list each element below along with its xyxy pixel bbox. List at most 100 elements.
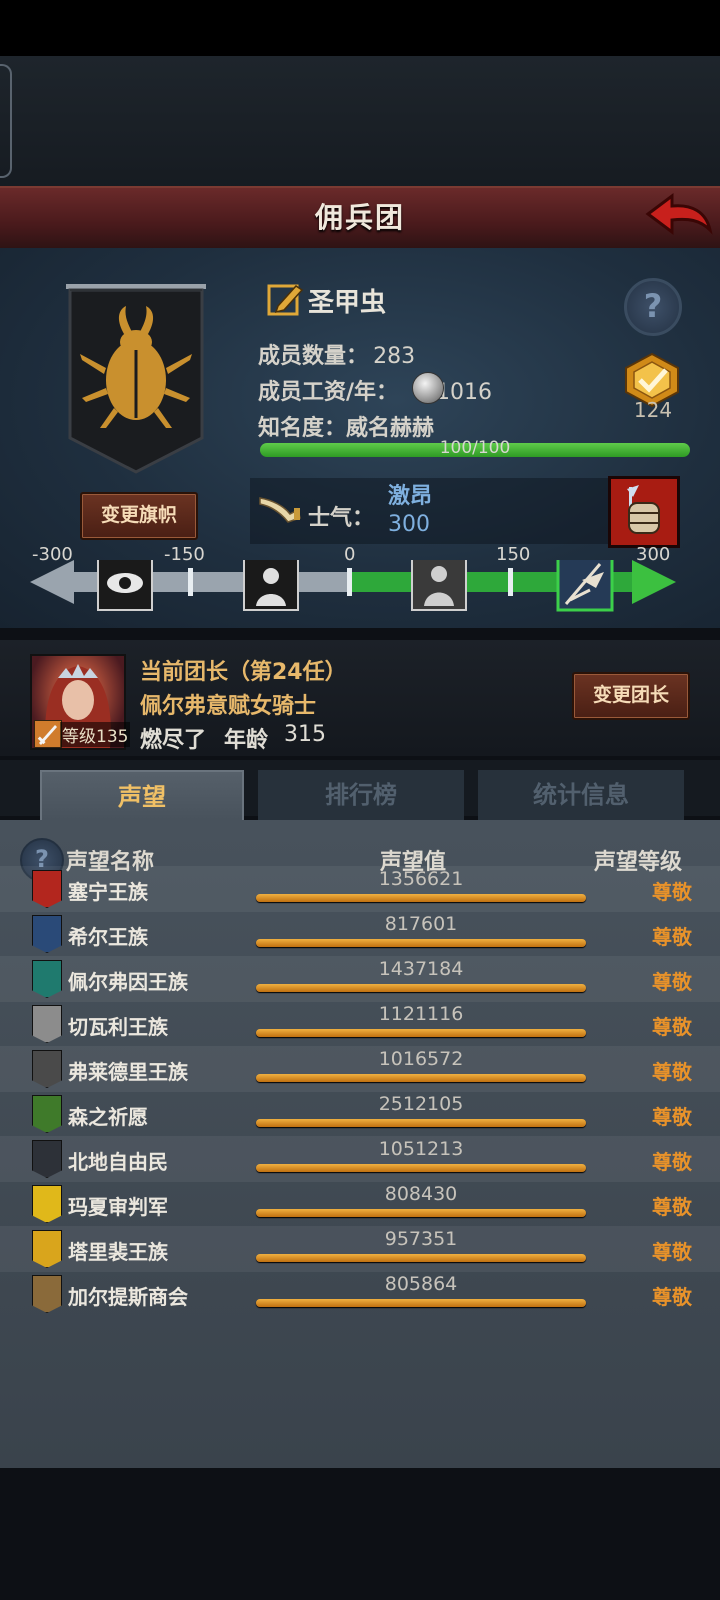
reputation-level: 尊敬 bbox=[652, 880, 692, 904]
page-title: 佣兵团 bbox=[314, 201, 405, 234]
leader-state: 燃尽了 bbox=[140, 728, 207, 753]
reputation-value: 805864 bbox=[384, 1273, 458, 1295]
leader-name: 佩尔弗意赋女骑士 bbox=[140, 694, 317, 719]
faction-emblem-icon bbox=[32, 1140, 62, 1178]
table-row[interactable]: 塔里裴王族 957351 尊敬 bbox=[0, 1226, 720, 1272]
table-row[interactable]: 弗莱德里王族 1016572 尊敬 bbox=[0, 1046, 720, 1092]
faction-emblem-icon bbox=[32, 870, 62, 908]
reputation-value: 1051213 bbox=[378, 1138, 464, 1160]
faction-name: 玛夏审判军 bbox=[68, 1195, 168, 1219]
reputation-value: 817601 bbox=[384, 913, 458, 935]
table-row[interactable]: 森之祈愿 2512105 尊敬 bbox=[0, 1091, 720, 1137]
reputation-bar bbox=[256, 894, 586, 902]
faction-name: 弗莱德里王族 bbox=[68, 1060, 188, 1084]
side-drawer-handle[interactable] bbox=[0, 64, 12, 178]
wage-row: 成员工资/年： 1016 bbox=[258, 374, 492, 406]
bottom-area bbox=[0, 1468, 720, 1600]
reputation-bar bbox=[256, 1299, 586, 1307]
track-tick-mark bbox=[508, 568, 513, 596]
wage-label: 成员工资/年： bbox=[258, 380, 399, 405]
morale-stage-eye-icon[interactable] bbox=[97, 560, 153, 611]
table-row[interactable]: 希尔王族 817601 尊敬 bbox=[0, 911, 720, 957]
faction-name: 加尔提斯商会 bbox=[68, 1285, 188, 1309]
morale-stage-despair-icon[interactable] bbox=[243, 560, 299, 611]
reputation-value: 957351 bbox=[384, 1228, 458, 1250]
reputation-level: 尊敬 bbox=[652, 1150, 692, 1174]
faction-emblem-icon bbox=[32, 1230, 62, 1268]
reputation-value: 1121116 bbox=[378, 1003, 464, 1025]
members-row: 成员数量： 283 bbox=[258, 338, 415, 370]
reputation-level: 尊敬 bbox=[652, 1060, 692, 1084]
back-button[interactable] bbox=[644, 190, 714, 240]
morale-stage-rally-icon[interactable] bbox=[556, 560, 614, 612]
faction-emblem-icon bbox=[32, 915, 62, 953]
morale-track bbox=[30, 560, 676, 612]
change-leader-button[interactable]: 变更团长 bbox=[572, 672, 690, 720]
reputation-level: 尊敬 bbox=[652, 970, 692, 994]
sword-level-icon bbox=[34, 720, 62, 748]
track-label-0: 0 bbox=[344, 544, 356, 565]
status-bar bbox=[0, 0, 720, 56]
reputation-level: 尊敬 bbox=[652, 1240, 692, 1264]
faction-name: 切瓦利王族 bbox=[68, 1015, 168, 1039]
tab-statistics[interactable]: 统计信息 bbox=[478, 770, 684, 820]
reputation-value: 1356621 bbox=[378, 868, 464, 890]
faction-name: 北地自由民 bbox=[68, 1150, 168, 1174]
members-value: 283 bbox=[373, 344, 416, 369]
reputation-bar bbox=[256, 984, 586, 992]
morale-value: 300 bbox=[388, 512, 430, 537]
faction-emblem-icon bbox=[32, 1005, 62, 1043]
track-label-neg150: -150 bbox=[164, 544, 205, 565]
reputation-bar bbox=[256, 1119, 586, 1127]
edit-name-icon[interactable] bbox=[266, 280, 304, 318]
reputation-level: 尊敬 bbox=[652, 1015, 692, 1039]
faction-name: 塞宁王族 bbox=[68, 880, 148, 904]
table-row[interactable]: 玛夏审判军 808430 尊敬 bbox=[0, 1181, 720, 1227]
faction-name: 塔里裴王族 bbox=[68, 1240, 168, 1264]
back-arrow-icon bbox=[645, 193, 713, 235]
guild-banner bbox=[60, 280, 212, 480]
table-row[interactable]: 加尔提斯商会 805864 尊敬 bbox=[0, 1271, 720, 1317]
track-tick-mark bbox=[347, 568, 352, 596]
morale-label: 士气： bbox=[308, 506, 375, 531]
faction-emblem-icon bbox=[32, 1050, 62, 1088]
morale-stage-calm-icon[interactable] bbox=[411, 560, 467, 611]
table-row[interactable]: 塞宁王族 1356621 尊敬 bbox=[0, 866, 720, 912]
coin-icon bbox=[412, 372, 444, 404]
table-row[interactable]: 佩尔弗因王族 1437184 尊敬 bbox=[0, 956, 720, 1002]
tab-ranking[interactable]: 排行榜 bbox=[258, 770, 464, 820]
reputation-level: 尊敬 bbox=[652, 1195, 692, 1219]
morale-state: 激昂 bbox=[388, 484, 433, 509]
reputation-value: 2512105 bbox=[378, 1093, 464, 1115]
reputation-level: 尊敬 bbox=[652, 1285, 692, 1309]
reputation-bar bbox=[256, 1164, 586, 1172]
members-label: 成员数量： bbox=[258, 344, 369, 369]
faction-name: 佩尔弗因王族 bbox=[68, 970, 188, 994]
reputation-value: 1437184 bbox=[378, 958, 464, 980]
faction-emblem-icon bbox=[32, 1275, 62, 1313]
tab-reputation[interactable]: 声望 bbox=[40, 770, 244, 820]
horn-icon bbox=[258, 488, 302, 524]
backdrop bbox=[0, 56, 720, 190]
change-banner-button[interactable]: 变更旗帜 bbox=[80, 492, 198, 540]
track-label-neg300: -300 bbox=[32, 544, 73, 565]
table-row[interactable]: 切瓦利王族 1121116 尊敬 bbox=[0, 1001, 720, 1047]
reputation-bar bbox=[256, 939, 586, 947]
reputation-level: 尊敬 bbox=[652, 1105, 692, 1129]
reputation-level: 尊敬 bbox=[652, 925, 692, 949]
faction-name: 森之祈愿 bbox=[68, 1105, 148, 1129]
morale-event-icon[interactable] bbox=[608, 476, 680, 548]
wage-value: 1016 bbox=[436, 380, 493, 405]
faction-emblem-icon bbox=[32, 1095, 62, 1133]
reputation-bar bbox=[256, 1209, 586, 1217]
track-label-300: 300 bbox=[636, 544, 671, 565]
table-row[interactable]: 北地自由民 1051213 尊敬 bbox=[0, 1136, 720, 1182]
fame-progress-text: 100/100 bbox=[439, 438, 511, 458]
rank-badge-value: 124 bbox=[633, 398, 673, 422]
reputation-value: 808430 bbox=[384, 1183, 458, 1205]
faction-emblem-icon bbox=[32, 1185, 62, 1223]
leader-age-value: 315 bbox=[284, 722, 326, 747]
help-icon[interactable]: ? bbox=[624, 278, 682, 336]
faction-name: 希尔王族 bbox=[68, 925, 148, 949]
reputation-bar bbox=[256, 1074, 586, 1082]
